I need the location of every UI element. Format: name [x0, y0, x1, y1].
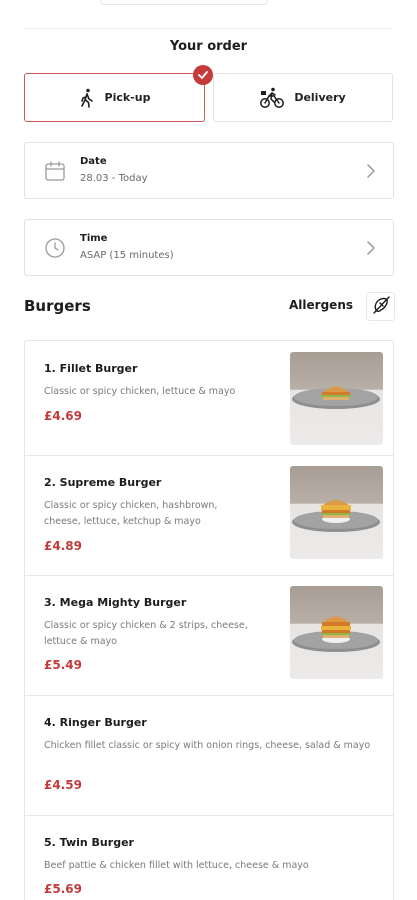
- selected-check-icon: [193, 65, 213, 85]
- date-value: 28.03 - Today: [80, 173, 148, 184]
- allergen-filter-icon: [371, 295, 391, 319]
- item-name: 3. Mega Mighty Burger: [44, 596, 187, 609]
- pickup-mode-button[interactable]: Pick-up: [24, 65, 213, 122]
- time-label: Time: [80, 233, 108, 244]
- item-name: 1. Fillet Burger: [44, 362, 138, 375]
- clock-icon: [44, 237, 66, 259]
- item-description: Classic or spicy chicken, hashbrown, che…: [44, 500, 218, 527]
- date-selector[interactable]: Date 28.03 - Today: [24, 142, 394, 199]
- menu-item[interactable]: 1. Fillet Burger Classic or spicy chicke…: [25, 341, 393, 456]
- item-price: £5.69: [44, 882, 82, 896]
- date-label: Date: [80, 156, 107, 167]
- time-selector[interactable]: Time ASAP (15 minutes): [24, 219, 394, 276]
- item-description: Chicken fillet classic or spicy with oni…: [44, 740, 371, 751]
- item-description: Classic or spicy chicken & 2 strips, che…: [44, 620, 248, 647]
- item-price: £5.49: [44, 658, 82, 672]
- item-description: Beef pattie & chicken fillet with lettuc…: [44, 860, 309, 871]
- item-photo: [290, 466, 383, 559]
- item-description: Classic or spicy chicken, lettuce & mayo: [44, 386, 236, 397]
- item-name: 2. Supreme Burger: [44, 476, 162, 489]
- chevron-right-icon: [366, 240, 376, 256]
- time-value: ASAP (15 minutes): [80, 250, 174, 261]
- allergens-label: Allergens: [289, 298, 353, 312]
- item-price: £4.89: [44, 539, 82, 553]
- section-title: Burgers: [24, 297, 91, 315]
- item-name: 5. Twin Burger: [44, 836, 134, 849]
- item-price: £4.59: [44, 778, 82, 792]
- menu-list: 1. Fillet Burger Classic or spicy chicke…: [24, 340, 394, 900]
- item-price: £4.69: [44, 409, 82, 423]
- calendar-icon: [44, 160, 66, 182]
- delivery-label: Delivery: [294, 91, 346, 104]
- chevron-right-icon: [366, 163, 376, 179]
- item-name: 4. Ringer Burger: [44, 716, 147, 729]
- top-sheet-handle: [100, 0, 268, 5]
- walking-person-icon: [79, 88, 95, 108]
- allergens-button[interactable]: [366, 292, 395, 321]
- menu-item[interactable]: 4. Ringer Burger Chicken fillet classic …: [25, 696, 393, 816]
- menu-item[interactable]: 2. Supreme Burger Classic or spicy chick…: [25, 456, 393, 576]
- pickup-label: Pick-up: [104, 91, 151, 104]
- order-title: Your order: [169, 39, 248, 54]
- item-photo: [290, 352, 383, 445]
- item-photo: [290, 586, 383, 679]
- divider: [24, 28, 393, 29]
- menu-item[interactable]: 3. Mega Mighty Burger Classic or spicy c…: [25, 576, 393, 696]
- delivery-mode-button[interactable]: Delivery: [213, 73, 393, 122]
- cyclist-icon: [260, 87, 285, 109]
- menu-item[interactable]: 5. Twin Burger Beef pattie & chicken fil…: [25, 816, 393, 900]
